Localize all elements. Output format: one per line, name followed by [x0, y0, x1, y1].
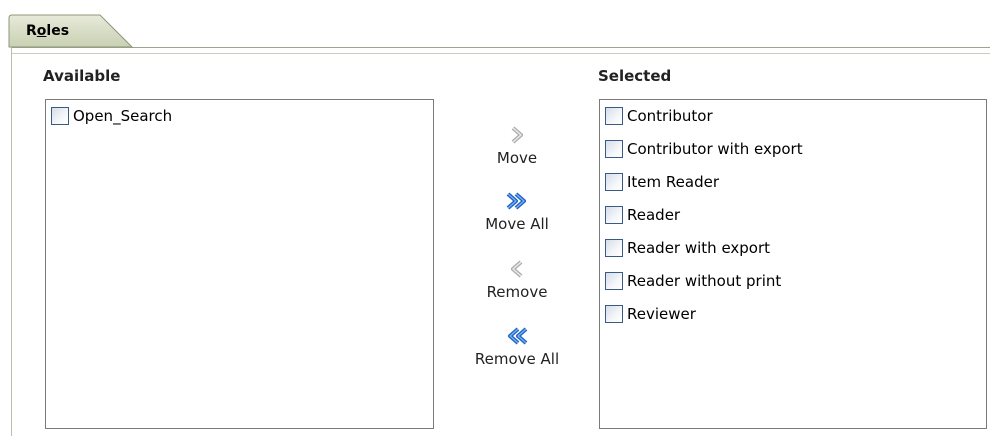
- double-chevron-left-icon: [508, 327, 528, 345]
- list-item[interactable]: Contributor with export: [600, 133, 986, 166]
- checkbox[interactable]: [605, 271, 623, 290]
- selected-listbox[interactable]: Contributor Contributor with export Item…: [599, 99, 987, 429]
- tab-roles[interactable]: Roles: [8, 14, 134, 48]
- list-item-label: Open_Search: [73, 107, 173, 125]
- list-item-label: Reader with export: [627, 239, 771, 257]
- checkbox[interactable]: [605, 106, 623, 125]
- list-item[interactable]: Reader without print: [600, 265, 986, 298]
- checkbox[interactable]: [605, 238, 623, 257]
- tab-roles-label: Roles: [26, 23, 70, 39]
- checkbox[interactable]: [605, 139, 623, 158]
- double-chevron-right-icon: [506, 192, 526, 210]
- selected-title: Selected: [598, 67, 672, 85]
- chevron-left-icon: [511, 260, 523, 278]
- list-item-label: Reviewer: [627, 305, 696, 323]
- list-item-label: Contributor: [627, 107, 713, 125]
- list-item[interactable]: Open_Search: [46, 100, 433, 133]
- remove-all-button[interactable]: Remove All: [452, 325, 582, 368]
- list-item-label: Item Reader: [627, 173, 719, 191]
- list-item[interactable]: Reader: [600, 199, 986, 232]
- panel-left-border: [11, 47, 12, 436]
- checkbox[interactable]: [51, 106, 69, 125]
- available-title: Available: [43, 67, 121, 85]
- list-item-label: Reader without print: [627, 272, 782, 290]
- checkbox[interactable]: [605, 205, 623, 224]
- tab-strip-line: [12, 47, 990, 48]
- list-item[interactable]: Contributor: [600, 100, 986, 133]
- chevron-right-icon: [511, 126, 523, 144]
- list-item[interactable]: Reviewer: [600, 298, 986, 331]
- list-item[interactable]: Reader with export: [600, 232, 986, 265]
- list-item[interactable]: Item Reader: [600, 166, 986, 199]
- move-button-label: Move: [496, 149, 538, 167]
- remove-button-label: Remove: [486, 283, 548, 301]
- move-all-button[interactable]: Move All: [452, 190, 582, 233]
- move-button[interactable]: Move: [452, 124, 582, 167]
- list-item-label: Reader: [627, 206, 681, 224]
- checkbox[interactable]: [605, 172, 623, 191]
- list-item-label: Contributor with export: [627, 140, 803, 158]
- checkbox[interactable]: [605, 304, 623, 323]
- remove-all-button-label: Remove All: [474, 350, 560, 368]
- remove-button[interactable]: Remove: [452, 258, 582, 301]
- tab-strip-line-inner: [12, 53, 990, 54]
- move-all-button-label: Move All: [485, 215, 549, 233]
- available-listbox[interactable]: Open_Search: [45, 99, 434, 429]
